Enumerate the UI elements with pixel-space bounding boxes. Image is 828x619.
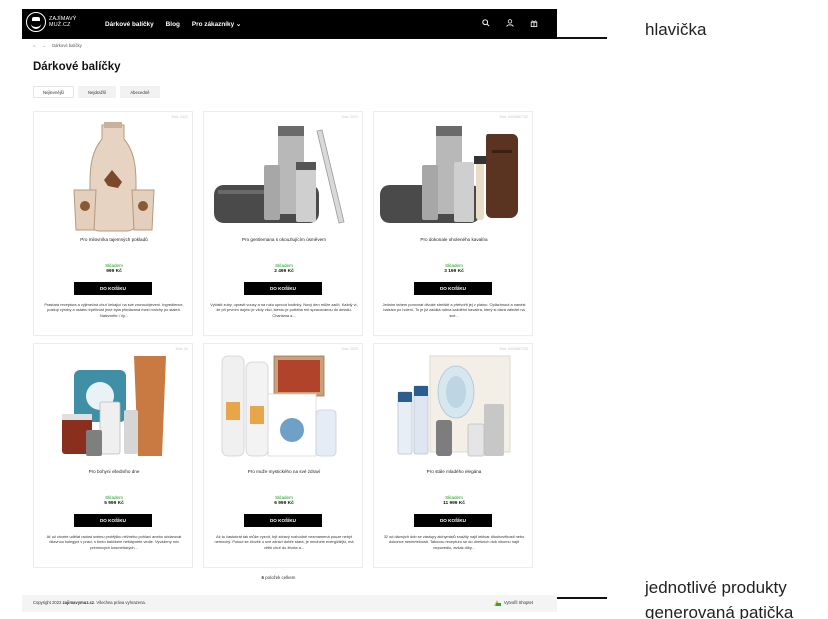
site-header: ZAJÍMAVÝ MUŽ.CZ Dárkové balíčky Blog Pro… [22, 9, 557, 39]
product-stock: Skladem [445, 263, 463, 268]
page-title: Dárkové balíčky [33, 61, 121, 73]
add-to-cart-button[interactable]: DO KOŠÍKU [74, 282, 152, 295]
product-price: 3 199 Kč [444, 269, 464, 274]
product-card[interactable]: Kód: 0000667763 Pro stále mladého elegán… [373, 343, 533, 568]
product-card[interactable]: Kód: 2023 Pro muže mystického na své zdr… [203, 343, 363, 568]
sort-alphabetical[interactable]: Abecedně [120, 86, 160, 98]
product-stock: Skladem [105, 263, 123, 268]
mustache-logo-icon [26, 12, 46, 32]
shoptet-logo-icon [493, 599, 501, 606]
product-price: 999 Kč [106, 269, 122, 274]
product-image[interactable] [204, 352, 364, 467]
product-stock: Skladem [105, 495, 123, 500]
product-code: Kód: 0000667763 [499, 347, 528, 351]
product-card[interactable]: Kód: 24 Pro bohyni všedního dne Skladem … [33, 343, 193, 568]
product-code: Kód: 2023 [341, 347, 358, 351]
product-code: Kód: 24 [175, 347, 188, 351]
logo-text: ZAJÍMAVÝ MUŽ.CZ [49, 16, 77, 28]
product-price: 11 999 Kč [443, 501, 465, 506]
product-code: Kód: 2021 [341, 115, 358, 119]
copyright: Copyright 2022 zajimavymuz.cz. Všechna p… [33, 600, 146, 605]
add-to-cart-button[interactable]: DO KOŠÍKU [74, 514, 152, 527]
product-price: 5 999 Kč [104, 501, 124, 506]
product-name[interactable]: Pro muže mystického na své zdraví [204, 469, 364, 474]
shoptet-credit-text: Vytvořil Shoptet [503, 600, 533, 605]
product-card[interactable]: Kód: 0000667742 Pro dokonale oholeného k… [373, 111, 533, 336]
product-image[interactable] [374, 120, 534, 235]
product-image[interactable] [34, 352, 194, 467]
main-nav: Dárkové balíčky Blog Pro zákazníky ⌄ [105, 9, 253, 39]
breadcrumb: ⌂ → Dárkové balíčky [33, 43, 87, 48]
sort-most-expensive[interactable]: Nejdražší [78, 86, 117, 98]
product-description: 32 od dávných dob se zástupy alchymistů … [383, 534, 525, 550]
product-description: Ať už chcete udělat radost svému protějš… [46, 534, 182, 550]
sort-tabs: Nejlevnější Nejdražší Abecedně [33, 86, 164, 98]
user-icon[interactable] [505, 19, 515, 29]
product-code: Kód: 0000667742 [499, 115, 528, 119]
gift-icon[interactable] [529, 19, 539, 29]
home-icon[interactable]: ⌂ [33, 43, 36, 48]
add-to-cart-button[interactable]: DO KOŠÍKU [414, 514, 492, 527]
nav-item-for-customers[interactable]: Pro zákazníky ⌄ [192, 20, 241, 28]
products-annotation: jednotlivé produkty [645, 578, 787, 597]
site-footer: Copyright 2022 zajimavymuz.cz. Všechna p… [22, 595, 557, 612]
product-code: Kód: 2023 [171, 115, 188, 119]
copyright-suffix: . Všechna práva vyhrazena. [94, 600, 146, 605]
product-description: Prastará receptura a výjimečná chuť čeka… [44, 302, 184, 318]
product-name[interactable]: Pro milovníka tajemných pokladů [34, 237, 194, 242]
product-description: Jedním tahem porovnat divoké strniště a … [382, 302, 526, 318]
nav-item-blog[interactable]: Blog [166, 21, 180, 28]
shop-page: ZAJÍMAVÝ MUŽ.CZ Dárkové balíčky Blog Pro… [0, 0, 557, 619]
header-annotation-line [557, 37, 607, 39]
search-icon[interactable] [481, 19, 491, 29]
footer-annotation: generovaná patička [645, 603, 794, 619]
breadcrumb-separator: → [41, 43, 46, 48]
product-description: Až to častokrát tak může vyznít, být zdr… [214, 534, 354, 550]
header-annotation: hlavička [645, 20, 707, 39]
sort-cheapest[interactable]: Nejlevnější [33, 86, 75, 98]
product-description: Vyčistit zuby, upravit vousy a na ruku u… [210, 302, 358, 318]
breadcrumb-current: Dárkové balíčky [52, 43, 82, 48]
copyright-site-link[interactable]: zajimavymuz.cz [63, 600, 94, 605]
product-count-text: položek celkem [263, 575, 296, 580]
product-stock: Skladem [275, 263, 293, 268]
product-image[interactable] [34, 120, 194, 235]
header-icons [467, 9, 539, 39]
product-name[interactable]: Pro stále mladého elegána [374, 469, 534, 474]
product-card[interactable]: Kód: 2023 Pro milovníka tajemných poklad… [33, 111, 193, 336]
nav-item-gift-packages[interactable]: Dárkové balíčky [105, 21, 154, 28]
footer-annotation-line [557, 597, 607, 599]
copyright-prefix: Copyright 2022 [33, 600, 63, 605]
product-price: 2 499 Kč [274, 269, 294, 274]
product-stock: Skladem [445, 495, 463, 500]
product-stock: Skladem [275, 495, 293, 500]
product-count: 6 položek celkem [0, 575, 557, 580]
add-to-cart-button[interactable]: DO KOŠÍKU [414, 282, 492, 295]
product-image[interactable] [204, 120, 364, 235]
product-price: 6 999 Kč [274, 501, 294, 506]
product-image[interactable] [374, 352, 534, 467]
add-to-cart-button[interactable]: DO KOŠÍKU [244, 282, 322, 295]
product-name[interactable]: Pro bohyni všedního dne [34, 469, 194, 474]
product-name[interactable]: Pro dokonale oholeného kavalíra [374, 237, 534, 242]
shoptet-credit[interactable]: Vytvořil Shoptet [493, 599, 533, 606]
product-name[interactable]: Pro gentlemana s okouzlujícím úsměvem [204, 237, 364, 242]
add-to-cart-button[interactable]: DO KOŠÍKU [244, 514, 322, 527]
site-logo[interactable]: ZAJÍMAVÝ MUŽ.CZ [26, 12, 77, 32]
product-card[interactable]: Kód: 2021 Pro gentlemana s okouzlujícím … [203, 111, 363, 336]
